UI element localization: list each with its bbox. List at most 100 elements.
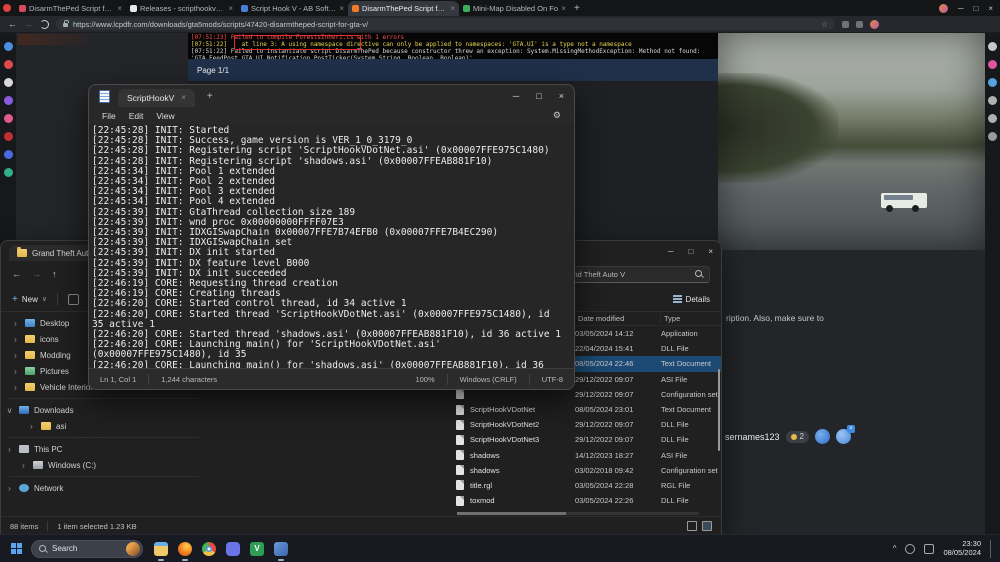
notepad-maximize-button[interactable]: [536, 91, 541, 101]
wallet-icon[interactable]: [856, 21, 863, 28]
snapshot-icon[interactable]: [988, 42, 997, 51]
tab-close-icon[interactable]: [117, 5, 122, 13]
taskbar-app-icon[interactable]: [226, 542, 240, 556]
browser-close-button[interactable]: [988, 4, 993, 13]
twitch-icon[interactable]: [4, 96, 13, 105]
taskbar-clock[interactable]: 23:30 08/05/2024: [943, 540, 981, 557]
details-view-toggle-icon[interactable]: [687, 521, 697, 531]
explorer-up-button[interactable]: [52, 270, 57, 279]
notepad-minimize-button[interactable]: [513, 91, 519, 101]
browser-tab[interactable]: DisarmThePed Script for G: [15, 1, 126, 16]
column-type[interactable]: Type: [661, 314, 721, 323]
sidebar-item[interactable]: ∨ Downloads: [1, 402, 449, 418]
reaction-pill[interactable]: 2: [786, 431, 809, 443]
instagram-icon[interactable]: [4, 114, 13, 123]
downloads-icon[interactable]: [988, 78, 997, 87]
explorer-forward-button[interactable]: [32, 270, 41, 279]
horizontal-scrollbar[interactable]: [457, 512, 699, 515]
chevron-icon[interactable]: ›: [11, 383, 20, 392]
chevron-icon[interactable]: ›: [11, 351, 20, 360]
tab-close-icon[interactable]: [228, 5, 233, 13]
sidebar-item[interactable]: › This PC: [1, 441, 449, 457]
sidebar-item[interactable]: › asi: [1, 418, 449, 434]
youtube-icon[interactable]: [4, 60, 13, 69]
menu-item[interactable]: File: [102, 111, 116, 121]
tab-close-icon[interactable]: [450, 5, 455, 13]
taskbar-search-box[interactable]: Search: [31, 540, 143, 558]
browser-tab[interactable]: Script Hook V - AB Softwar: [237, 1, 348, 16]
zoom-level[interactable]: 100%: [415, 375, 434, 384]
encoding[interactable]: UTF-8: [542, 375, 563, 384]
notepad-close-button[interactable]: [559, 91, 564, 101]
browser-logo-icon[interactable]: [3, 4, 11, 12]
browser-tab[interactable]: Releases - scripthookvdotn: [126, 1, 237, 16]
taskbar-app-icon[interactable]: [178, 542, 192, 556]
notepad-editor[interactable]: [22:45:28] INIT: Started[22:45:28] INIT:…: [89, 124, 574, 369]
chevron-icon[interactable]: ›: [5, 445, 14, 454]
explorer-back-button[interactable]: [12, 270, 21, 279]
settings-icon[interactable]: [988, 132, 997, 141]
chevron-icon[interactable]: ›: [5, 484, 14, 493]
sidebar-item[interactable]: › Network: [1, 480, 449, 496]
tray-overflow-chevron-icon[interactable]: [893, 544, 897, 553]
chevron-icon[interactable]: ›: [27, 422, 36, 431]
extensions-icon[interactable]: [988, 114, 997, 123]
taskbar-app-icon[interactable]: [154, 542, 168, 556]
address-bar[interactable]: https://www.lcpdfr.com/downloads/gta5mod…: [56, 18, 835, 30]
chevron-icon[interactable]: ›: [11, 319, 20, 328]
network-icon[interactable]: [905, 544, 915, 554]
file-row[interactable]: ScriptHookVDotNet3 29/12/2022 09:07 DLL …: [449, 432, 721, 447]
file-row[interactable]: ScriptHookVDotNet2 29/12/2022 09:07 DLL …: [449, 417, 721, 432]
browser-minimize-button[interactable]: [958, 4, 964, 13]
file-row[interactable]: ScriptHookVDotNet 08/05/2024 23:01 Text …: [449, 402, 721, 417]
sidebar-item[interactable]: › Windows (C:): [1, 457, 449, 473]
new-tab-button[interactable]: [574, 3, 580, 14]
file-row[interactable]: toxmod 03/05/2024 22:26 DLL File: [449, 493, 721, 508]
chevron-icon[interactable]: ›: [11, 335, 20, 344]
menu-item[interactable]: Edit: [129, 111, 144, 121]
taskbar-app-icon[interactable]: [274, 542, 288, 556]
browser-maximize-button[interactable]: [973, 4, 978, 13]
notepad-title-bar[interactable]: ScriptHookV: [89, 85, 574, 107]
menu-item[interactable]: View: [156, 111, 174, 121]
line-ending[interactable]: Windows (CRLF): [460, 375, 517, 384]
explorer-maximize-button[interactable]: [688, 247, 693, 256]
bookmark-star-icon[interactable]: [821, 20, 828, 29]
notepad-tab-close-icon[interactable]: [181, 94, 186, 102]
comment-username[interactable]: sernames123: [725, 432, 780, 442]
cut-icon[interactable]: [68, 294, 79, 305]
account-avatar[interactable]: [870, 20, 879, 29]
tab-close-icon[interactable]: [561, 5, 566, 13]
details-pane-button[interactable]: Details: [673, 295, 710, 304]
mail-icon[interactable]: [4, 42, 13, 51]
explorer-close-button[interactable]: [708, 247, 713, 256]
tab-close-icon[interactable]: [339, 5, 344, 13]
taskbar-app-icon[interactable]: [202, 542, 216, 556]
vertical-scrollbar[interactable]: [718, 369, 720, 451]
history-icon[interactable]: [988, 96, 997, 105]
back-button[interactable]: [8, 20, 17, 29]
profile-avatar[interactable]: [939, 4, 948, 13]
discord-icon[interactable]: [4, 150, 13, 159]
browser-tab[interactable]: Mini-Map Disabled On Fo: [459, 1, 570, 16]
user-avatar[interactable]: [836, 429, 851, 444]
settings-gear-icon[interactable]: [553, 110, 561, 121]
volume-icon[interactable]: [924, 544, 934, 554]
start-button[interactable]: [11, 543, 22, 554]
dismiss-badge-icon[interactable]: [847, 425, 855, 433]
file-row[interactable]: shadows 03/02/2018 09:42 Configuration s…: [449, 463, 721, 478]
column-date-modified[interactable]: Date modified: [575, 314, 661, 323]
commenter-avatar[interactable]: [815, 429, 830, 444]
whatsapp-icon[interactable]: [4, 168, 13, 177]
chevron-icon[interactable]: ›: [11, 367, 20, 376]
browser-tab[interactable]: DisarmThePed Script for G: [348, 1, 459, 16]
show-desktop-button[interactable]: [990, 540, 994, 558]
notepad-document-tab[interactable]: ScriptHookV: [118, 89, 195, 107]
reload-button[interactable]: [40, 20, 49, 29]
large-icons-view-toggle-icon[interactable]: [702, 521, 712, 531]
taskbar-app-icon[interactable]: V: [250, 542, 264, 556]
forward-button[interactable]: [24, 20, 33, 29]
messenger-icon[interactable]: [4, 78, 13, 87]
scrollbar-thumb[interactable]: [457, 512, 566, 515]
chevron-icon[interactable]: ›: [19, 461, 28, 470]
